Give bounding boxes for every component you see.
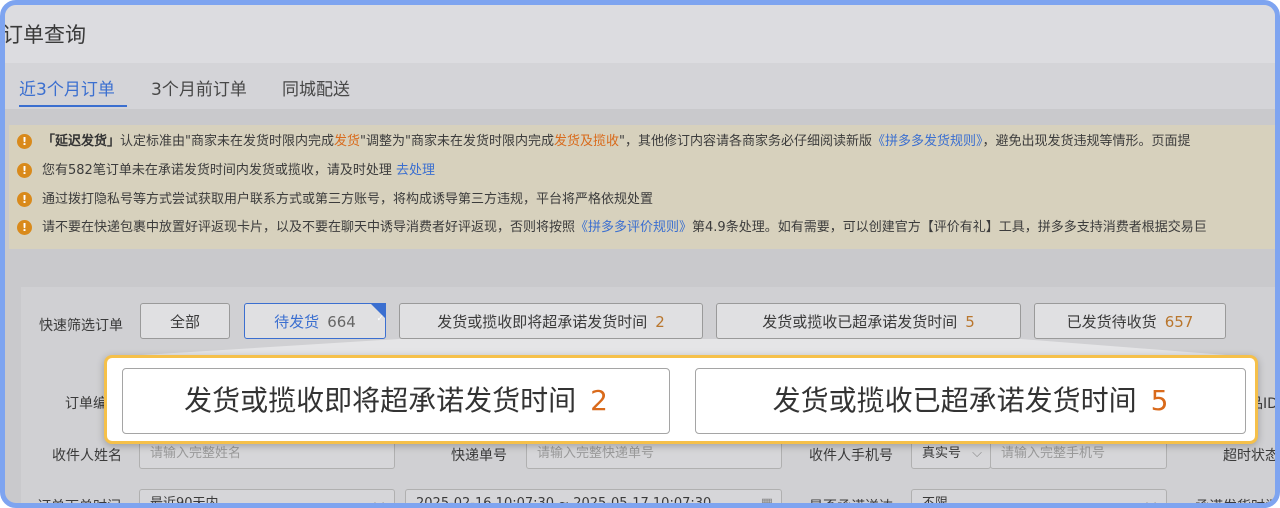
chip-count: 2 xyxy=(590,384,608,417)
zoomed-chip-near-deadline[interactable]: 发货或揽收即将超承诺发货时间 2 xyxy=(122,368,670,434)
zoom-callout: 发货或揽收即将超承诺发货时间 2 发货或揽收已超承诺发货时间 5 xyxy=(104,355,1258,444)
chip-label: 发货或揽收已超承诺发货时间 xyxy=(772,384,1137,417)
zoomed-chip-overdue[interactable]: 发货或揽收已超承诺发货时间 5 xyxy=(695,368,1246,434)
chip-count: 5 xyxy=(1150,384,1169,417)
chip-label: 发货或揽收即将超承诺发货时间 xyxy=(184,384,577,417)
window-frame: 订单查询 近3个月订单 3个月前订单 同城配送 ! 「延迟发货」认定标准由"商家… xyxy=(0,0,1280,508)
